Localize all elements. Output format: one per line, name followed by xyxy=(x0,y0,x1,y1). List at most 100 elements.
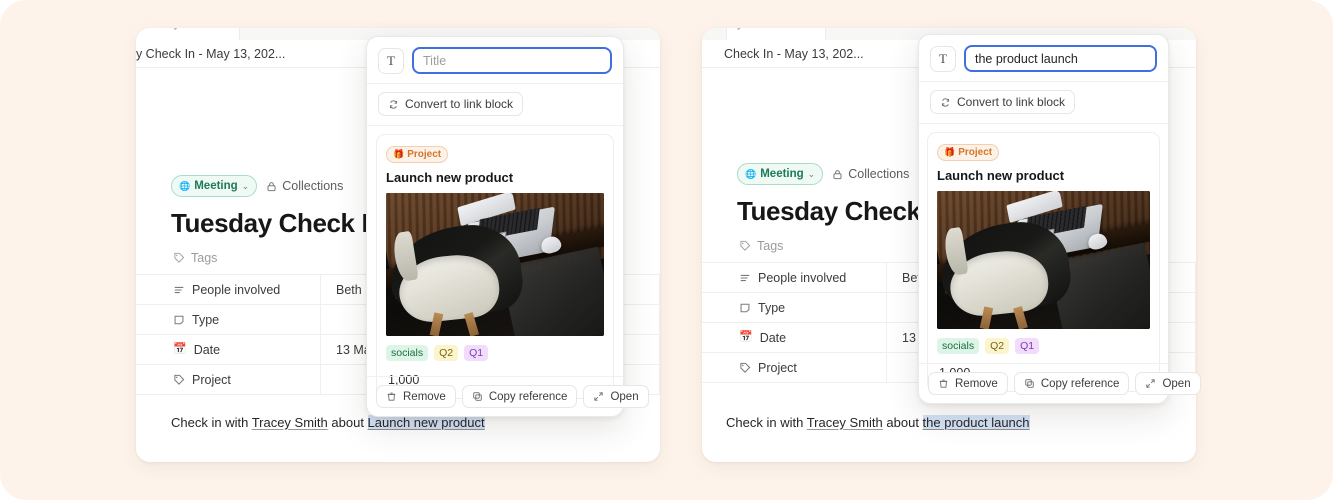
remove-label: Remove xyxy=(955,377,998,390)
tag-icon xyxy=(174,374,185,385)
breadcrumb-label: Check In - May 13, 202... xyxy=(724,46,864,61)
copy-reference-button[interactable]: Copy reference xyxy=(461,385,578,408)
property-name-cell: Type xyxy=(702,293,887,322)
open-button[interactable]: Open xyxy=(1135,372,1201,395)
browser-tab[interactable]: uesday Check In xyxy=(136,28,240,40)
tag-icon xyxy=(740,240,751,251)
tags-label: Tags xyxy=(191,251,218,265)
trash-icon xyxy=(387,392,396,401)
meeting-emoji-icon: 🌐 xyxy=(179,180,191,191)
open-button[interactable]: Open xyxy=(583,385,649,408)
project-pill: 🎁 Project xyxy=(937,144,1000,161)
doc-type-badge-label: Meeting xyxy=(760,168,804,180)
link-editor-popup-after: T Convert to link block 🎁 Project Launch… xyxy=(918,34,1201,404)
doc-type-badge-meeting[interactable]: 🌐 Meeting ⌄ xyxy=(737,163,824,185)
preview-tags: socials Q2 Q1 xyxy=(386,345,604,361)
tag-icon xyxy=(174,252,185,263)
link-editor-popup-before: T Convert to link block 🎁 Project Launch… xyxy=(366,36,649,417)
property-name-cell: Project xyxy=(136,365,321,394)
remove-button[interactable]: Remove xyxy=(376,385,456,408)
tags-label: Tags xyxy=(757,239,784,253)
lines-icon xyxy=(174,286,184,293)
tag-icon xyxy=(740,362,751,373)
text-format-button[interactable]: T xyxy=(378,47,404,74)
copy-reference-button[interactable]: Copy reference xyxy=(1013,372,1130,395)
remove-label: Remove xyxy=(403,390,446,403)
copy-icon xyxy=(473,392,482,401)
expand-icon xyxy=(1146,379,1156,388)
calendar-icon: 📅 xyxy=(173,343,187,355)
property-label: People involved xyxy=(192,282,281,297)
project-pill: 🎁 Project xyxy=(386,146,449,163)
project-pill-label: Project xyxy=(407,149,442,160)
tag-chip: Q1 xyxy=(464,345,489,361)
selected-link-text[interactable]: the product launch xyxy=(922,415,1030,430)
preview-title: Launch new product xyxy=(937,168,1065,183)
property-label: Project xyxy=(758,360,797,375)
trash-icon xyxy=(939,379,948,388)
property-name-cell: 📅 Date xyxy=(702,323,887,352)
body-sentence-after: Check in with Tracey Smith about the pro… xyxy=(726,415,1030,430)
property-name-cell: People involved xyxy=(702,263,887,292)
convert-row: Convert to link block xyxy=(919,82,1168,124)
cube-icon: 🎁 xyxy=(944,147,956,157)
doc-type-badge-meeting[interactable]: 🌐 Meeting ⌄ xyxy=(171,175,258,197)
browser-tab[interactable]: y ... xyxy=(726,28,826,40)
sentence-middle: about xyxy=(882,415,923,430)
link-title-input[interactable] xyxy=(412,47,612,74)
lock-icon xyxy=(267,181,276,191)
lock-icon xyxy=(833,169,842,179)
meeting-emoji-icon: 🌐 xyxy=(745,168,757,179)
convert-to-link-block-button[interactable]: Convert to link block xyxy=(378,92,524,116)
property-label: Type xyxy=(192,312,220,327)
select-icon xyxy=(740,303,750,312)
link-preview-card[interactable]: 🎁 Project Launch new product socials Q2 … xyxy=(376,134,614,399)
canvas: uesday Check In ay Check In - May 13, 20… xyxy=(0,0,1333,500)
sentence-middle: about xyxy=(327,415,368,430)
tag-chip: socials xyxy=(937,338,980,354)
chevron-down-icon: ⌄ xyxy=(807,168,816,179)
link-title-input[interactable] xyxy=(964,45,1157,72)
tag-chip: Q1 xyxy=(1015,338,1040,354)
url-row: T xyxy=(367,37,623,84)
property-label: People involved xyxy=(758,270,847,285)
collections-link[interactable]: Collections xyxy=(832,167,909,181)
calendar-icon: 📅 xyxy=(739,331,753,343)
breadcrumb-label: ay Check In - May 13, 202... xyxy=(136,46,286,61)
property-name-cell: People involved xyxy=(136,275,321,304)
sentence-prefix: Check in with xyxy=(171,415,252,430)
body-sentence-before: Check in with Tracey Smith about Launch … xyxy=(171,415,485,430)
lines-icon xyxy=(740,274,750,281)
property-name-cell: Type xyxy=(136,305,321,334)
tag-chip: Q2 xyxy=(985,338,1010,354)
tag-chip: Q2 xyxy=(434,345,459,361)
property-name-cell: 📅 Date xyxy=(136,335,321,364)
sentence-prefix: Check in with xyxy=(726,415,807,430)
popup-footer-actions: Remove Copy reference Open xyxy=(919,363,1201,403)
convert-label: Convert to link block xyxy=(957,95,1066,109)
copy-reference-label: Copy reference xyxy=(1040,377,1120,390)
person-mention-link[interactable]: Tracey Smith xyxy=(807,415,883,430)
remove-button[interactable]: Remove xyxy=(928,372,1008,395)
laptop-on-wooden-desk-photo xyxy=(937,191,1150,329)
project-pill-label: Project xyxy=(958,147,993,158)
tag-chip: socials xyxy=(386,345,429,361)
select-icon xyxy=(174,315,184,324)
convert-label: Convert to link block xyxy=(405,97,514,111)
laptop-on-wooden-desk-photo xyxy=(386,193,604,336)
refresh-icon xyxy=(389,99,398,109)
person-mention-link[interactable]: Tracey Smith xyxy=(252,415,328,430)
preview-title: Launch new product xyxy=(386,170,514,185)
cube-icon: 🎁 xyxy=(393,149,405,159)
text-format-button[interactable]: T xyxy=(930,45,956,72)
property-label: Type xyxy=(758,300,786,315)
preview-tags: socials Q2 Q1 xyxy=(937,338,1150,354)
url-row: T xyxy=(919,35,1168,82)
open-label: Open xyxy=(610,390,639,403)
link-preview-card[interactable]: 🎁 Project Launch new product socials Q2 … xyxy=(927,132,1160,392)
convert-to-link-block-button[interactable]: Convert to link block xyxy=(930,90,1076,114)
convert-row: Convert to link block xyxy=(367,84,623,126)
property-name-cell: Project xyxy=(702,353,887,382)
selected-link-text[interactable]: Launch new product xyxy=(367,415,485,430)
collections-link[interactable]: Collections xyxy=(266,179,343,193)
